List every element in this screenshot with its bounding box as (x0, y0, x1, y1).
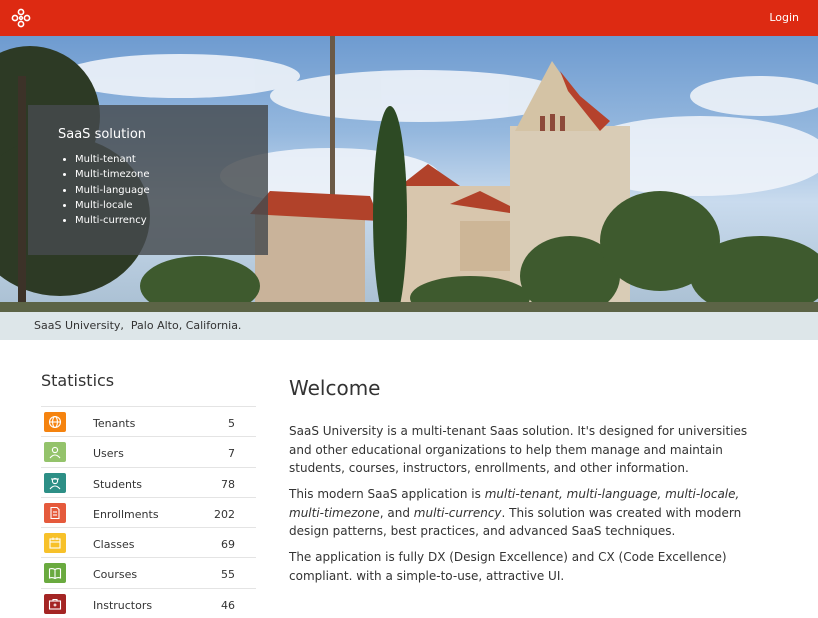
feature-item: Multi-timezone (75, 167, 150, 182)
saas-features-panel: SaaS solution Multi-tenant Multi-timezon… (28, 105, 268, 255)
stat-label: Classes (93, 538, 135, 552)
stat-row-enrollments[interactable]: Enrollments 202 (41, 496, 256, 527)
feature-item: Multi-currency (75, 213, 150, 228)
stat-value: 7 (228, 447, 235, 461)
stat-row-users[interactable]: Users 7 (41, 436, 256, 466)
hero-banner: SaaS solution Multi-tenant Multi-timezon… (0, 36, 818, 312)
top-navbar: Login (0, 0, 818, 36)
login-link[interactable]: Login (769, 11, 799, 24)
briefcase-icon (44, 593, 66, 614)
document-icon (44, 502, 66, 523)
panel-title: SaaS solution (58, 127, 147, 142)
welcome-heading: Welcome (289, 376, 381, 400)
globe-icon (44, 412, 66, 432)
paragraph-text: , and (379, 505, 414, 520)
stat-value: 69 (221, 538, 235, 552)
student-icon (44, 472, 66, 493)
stat-label: Tenants (93, 417, 136, 430)
stat-value: 78 (221, 477, 235, 491)
feature-item: Multi-tenant (75, 152, 150, 167)
stat-label: Enrollments (93, 507, 159, 521)
stat-row-courses[interactable]: Courses 55 (41, 557, 256, 587)
stat-row-instructors[interactable]: Instructors 46 (41, 587, 256, 618)
welcome-paragraph-3: The application is fully DX (Design Exce… (289, 550, 727, 583)
statistics-list: Tenants 5 Users 7 Students 78 Enrollment… (41, 406, 256, 618)
stat-value: 55 (221, 568, 235, 582)
stat-row-classes[interactable]: Classes 69 (41, 527, 256, 557)
app-logo-icon[interactable] (11, 8, 31, 28)
calendar-icon (44, 533, 66, 554)
stat-label: Instructors (93, 598, 153, 612)
welcome-paragraph-2: This modern SaaS application is multi-te… (289, 485, 764, 541)
user-icon (44, 442, 66, 463)
book-icon (44, 563, 66, 584)
statistics-heading: Statistics (41, 371, 115, 390)
paragraph-emphasis: multi-currency (413, 505, 502, 520)
photo-caption: SaaS University, Palo Alto, California. (34, 319, 242, 332)
stat-row-students[interactable]: Students 78 (41, 466, 256, 497)
stat-value: 5 (228, 417, 235, 430)
stat-value: 202 (214, 507, 235, 521)
stat-label: Courses (93, 568, 138, 582)
feature-item: Multi-locale (75, 198, 150, 213)
photo-caption-bar: SaaS University, Palo Alto, California. (0, 312, 818, 340)
stat-label: Students (93, 477, 143, 491)
stat-label: Users (93, 447, 124, 461)
feature-item: Multi-language (75, 183, 150, 198)
features-list: Multi-tenant Multi-timezone Multi-langua… (58, 152, 150, 228)
paragraph-text: This modern SaaS application is (289, 487, 485, 501)
welcome-paragraph-1: SaaS University is a multi-tenant Saas s… (289, 424, 748, 475)
stat-row-tenants[interactable]: Tenants 5 (41, 406, 256, 436)
stat-value: 46 (221, 598, 235, 612)
